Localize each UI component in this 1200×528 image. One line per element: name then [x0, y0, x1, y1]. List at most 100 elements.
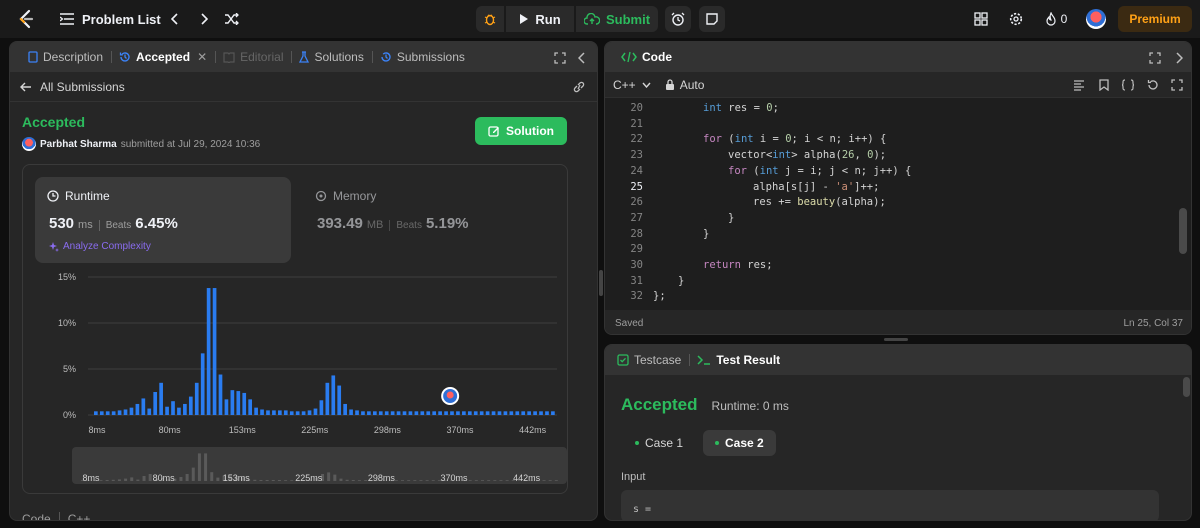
streak-counter[interactable]: 0: [1040, 10, 1072, 28]
histogram-bar: [402, 411, 407, 415]
edit-icon: [488, 126, 499, 137]
range-brush-bar: [419, 480, 423, 481]
arrow-left-icon[interactable]: [20, 82, 32, 92]
runtime-distribution-chart[interactable]: 15% 10% 5% 0% 8ms 80ms 153ms 225ms 298ms 370ms 442…: [23, 269, 569, 495]
tab-test-result[interactable]: Test Result: [689, 345, 788, 375]
histogram-bar: [426, 411, 431, 415]
auto-mode-toggle[interactable]: Auto: [665, 77, 705, 92]
submitter-avatar: [22, 137, 36, 151]
submission-panel: Description Accepted ✕ Editorial Solution…: [9, 41, 598, 521]
close-tab-icon[interactable]: ✕: [197, 50, 207, 64]
case-1-tab[interactable]: Case 1: [625, 430, 693, 456]
histogram-bar: [206, 288, 211, 415]
histogram-bar: [177, 407, 181, 415]
editor-scrollbar[interactable]: [1179, 208, 1187, 254]
range-brush-bar: [191, 467, 195, 481]
prev-problem-icon[interactable]: [168, 11, 182, 27]
next-problem-icon[interactable]: [197, 11, 211, 27]
submission-status: Accepted: [22, 114, 86, 130]
auto-mode-label: Auto: [679, 77, 705, 92]
user-avatar[interactable]: [1086, 9, 1106, 29]
range-brush-label: 153ms: [223, 473, 251, 483]
collapse-chevron-icon[interactable]: [1175, 52, 1183, 64]
range-brush-bar: [99, 480, 103, 481]
shuffle-icon[interactable]: [224, 11, 240, 27]
range-brush-bar: [554, 480, 558, 481]
your-submission-marker-face: [446, 391, 454, 399]
memory-box[interactable]: Memory 393.49 MB Beats 5.19%: [315, 189, 545, 249]
maximize-icon[interactable]: [1149, 52, 1161, 64]
tab-editorial[interactable]: Editorial: [215, 42, 293, 72]
code-editor[interactable]: 20 int res = 0; 21 22 for (int i = 0; i < n;…: [605, 98, 1191, 304]
language-select[interactable]: C++: [613, 78, 651, 92]
runtime-box[interactable]: Runtime 530 ms Beats 6.45% Analyze Compl…: [35, 177, 291, 263]
debug-button[interactable]: [476, 6, 504, 32]
submitted-time: submitted at Jul 29, 2024 10:36: [120, 138, 261, 150]
code-line: };: [653, 290, 666, 303]
histogram-bar: [99, 411, 104, 415]
fullscreen-icon[interactable]: [1171, 79, 1183, 91]
result-summary: Accepted Runtime: 0 ms: [621, 395, 789, 415]
maximize-icon[interactable]: [554, 52, 566, 64]
solution-button[interactable]: Solution: [475, 117, 567, 145]
result-scrollbar[interactable]: [1183, 377, 1190, 397]
histogram-bar: [509, 411, 514, 415]
case-2-tab[interactable]: Case 2: [703, 430, 776, 456]
input-box[interactable]: s =: [621, 490, 1159, 520]
tab-accepted[interactable]: Accepted ✕: [111, 42, 217, 72]
range-brush-bar: [481, 480, 484, 481]
submitter-name[interactable]: Parbhat Sharma: [40, 139, 117, 150]
range-brush-bar: [364, 480, 368, 481]
input-label: Input: [621, 471, 646, 483]
histogram-bar: [111, 411, 116, 415]
chevron-down-icon: [642, 82, 651, 88]
problem-list-button[interactable]: Problem List: [60, 9, 161, 29]
notes-button[interactable]: [699, 6, 725, 32]
tab-accepted-label: Accepted: [136, 50, 191, 64]
editor-status-bar: Saved Ln 25, Col 37: [605, 310, 1191, 334]
range-brush-bar: [505, 480, 509, 481]
all-submissions-link[interactable]: All Submissions: [40, 80, 125, 94]
braces-icon[interactable]: [1121, 79, 1135, 91]
submit-button[interactable]: Submit: [576, 6, 658, 32]
range-brush-bar: [253, 479, 257, 481]
tab-editorial-label: Editorial: [240, 50, 284, 64]
format-icon[interactable]: [1073, 80, 1085, 91]
horizontal-resize-handle[interactable]: [884, 338, 908, 341]
tab-testcase[interactable]: Testcase: [609, 345, 691, 375]
range-brush-bar: [499, 480, 503, 481]
range-brush-bar: [333, 474, 337, 481]
timer-button[interactable]: [665, 6, 691, 32]
range-brush-bar: [493, 480, 497, 481]
tab-solutions[interactable]: Solutions: [291, 42, 373, 72]
reset-icon[interactable]: [1147, 79, 1159, 91]
histogram-bar: [266, 410, 270, 415]
range-brush-bar: [259, 480, 263, 481]
range-brush-label: 225ms: [295, 473, 323, 483]
tab-description[interactable]: Description: [20, 42, 113, 72]
note-icon: [706, 13, 718, 25]
histogram-bar: [491, 411, 496, 415]
vertical-resize-handle[interactable]: [599, 270, 603, 296]
bookmark-icon[interactable]: [1099, 79, 1109, 91]
histogram-bar: [450, 411, 454, 415]
range-brush-bar: [185, 474, 189, 481]
analyze-complexity-link[interactable]: Analyze Complexity: [49, 241, 151, 252]
histogram-bar: [444, 411, 448, 415]
submission-subheader: All Submissions: [10, 72, 597, 102]
tab-submissions[interactable]: Submissions: [372, 42, 473, 72]
link-icon[interactable]: [572, 81, 586, 93]
histogram-bar: [183, 403, 187, 415]
run-button[interactable]: Run: [506, 6, 574, 32]
tab-code[interactable]: Code: [613, 42, 680, 72]
gear-icon[interactable]: [1008, 11, 1024, 27]
layout-icon[interactable]: [973, 11, 989, 27]
case-pass-dot: [715, 441, 719, 445]
y-tick-label: 15%: [58, 272, 76, 282]
premium-button[interactable]: Premium: [1118, 6, 1192, 32]
range-brush-bar: [431, 480, 435, 481]
histogram-bar: [337, 385, 342, 415]
leetcode-logo-icon[interactable]: [16, 9, 36, 29]
range-brush-bar: [407, 480, 411, 481]
collapse-chevron-icon[interactable]: [578, 52, 586, 64]
